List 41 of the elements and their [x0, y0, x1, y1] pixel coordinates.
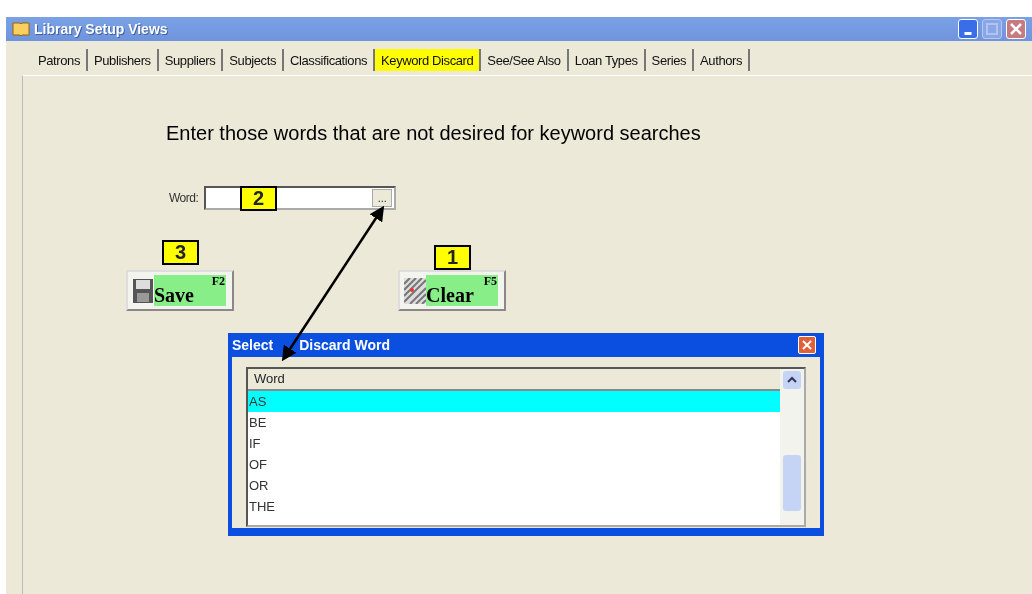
close-button[interactable]	[798, 336, 816, 354]
tab[interactable]: Publishers	[88, 49, 159, 71]
minimize-icon	[964, 31, 972, 35]
dialog-title: Discard Word	[299, 335, 390, 355]
book-icon	[12, 21, 30, 37]
callout-number: 3	[162, 240, 199, 265]
shortcut-label: F2	[211, 275, 225, 288]
instruction-text: Enter those words that are not desired for keyword searches	[165, 121, 702, 146]
list-row[interactable]: AS	[248, 391, 780, 412]
callout-number: 2	[240, 186, 277, 211]
scroll-up-icon[interactable]	[783, 371, 801, 389]
scroll-thumb[interactable]	[783, 455, 801, 511]
tab[interactable]: Keyword Discard	[375, 49, 482, 71]
tab[interactable]: See/See Also	[481, 49, 569, 71]
list-row[interactable]: BE	[248, 412, 780, 433]
clear-button[interactable]: Clear F5	[398, 270, 506, 311]
tab[interactable]: Patrons	[32, 49, 88, 71]
window-title: Library Setup Views	[34, 19, 168, 39]
browse-button[interactable]: ...	[372, 189, 393, 207]
tab[interactable]: Loan Types	[568, 49, 646, 71]
shortcut-label: F5	[483, 275, 497, 288]
tab[interactable]: Suppliers	[158, 49, 224, 71]
minimize-button[interactable]	[958, 19, 978, 39]
close-icon	[1010, 23, 1022, 35]
list-row[interactable]: OR	[248, 475, 780, 496]
field-label: Word:	[169, 190, 199, 207]
close-icon	[802, 340, 812, 350]
tab[interactable]: Subjects	[223, 49, 284, 71]
list-row[interactable]: IF	[248, 433, 780, 454]
close-button[interactable]	[1006, 19, 1026, 39]
tab[interactable]: Series	[645, 49, 695, 71]
list-row[interactable]: THE	[248, 496, 780, 517]
callout-number: 1	[434, 245, 471, 270]
dialog-title: Select	[232, 335, 274, 355]
column-header: Word	[248, 369, 780, 391]
save-button[interactable]: Save F2	[126, 270, 234, 311]
maximize-icon	[986, 23, 998, 35]
tab[interactable]: Authors	[694, 49, 751, 71]
list-row[interactable]: OF	[248, 454, 780, 475]
eraser-pattern-icon	[404, 277, 426, 304]
scrollbar[interactable]	[780, 369, 804, 525]
